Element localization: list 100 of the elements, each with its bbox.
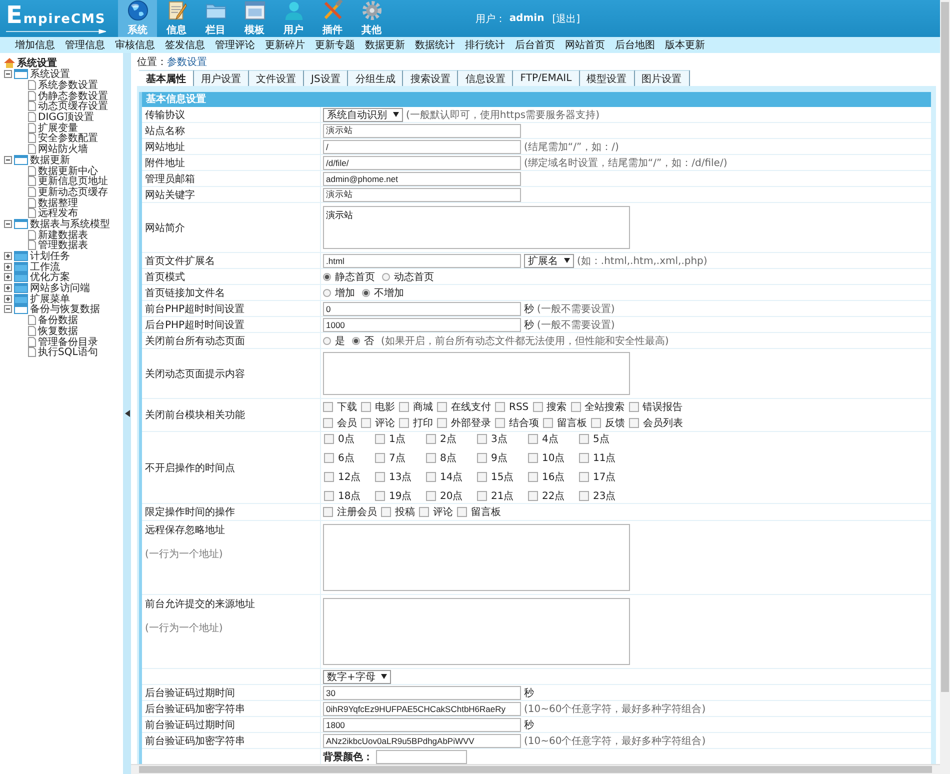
- scrollbar-thumb[interactable]: [139, 766, 932, 773]
- checkbox[interactable]: [426, 491, 436, 501]
- input-field[interactable]: admin@phome.net: [323, 172, 521, 186]
- checkbox[interactable]: [426, 472, 436, 482]
- checkbox[interactable]: [528, 434, 538, 444]
- scrollbar-thumb[interactable]: [941, 2, 949, 692]
- checkbox[interactable]: [495, 418, 505, 428]
- sidebar-item[interactable]: 备份与恢复数据: [30, 302, 100, 316]
- checkbox[interactable]: [361, 402, 371, 412]
- checkbox[interactable]: [477, 491, 487, 501]
- settings-tab[interactable]: 模型设置: [580, 70, 635, 86]
- checkbox[interactable]: [375, 453, 385, 463]
- settings-tab[interactable]: 图片设置: [634, 70, 690, 86]
- radio-button[interactable]: [362, 288, 370, 296]
- menu-link[interactable]: 增加信息: [10, 38, 60, 52]
- input-field[interactable]: 0ihR9YqfcEz9HUFPAE5CHCakSChtbH6RaeRy: [323, 702, 521, 716]
- checkbox[interactable]: [591, 418, 601, 428]
- input-field[interactable]: 1800: [323, 718, 521, 732]
- input-field[interactable]: [376, 750, 467, 764]
- checkbox[interactable]: [628, 402, 639, 412]
- checkbox[interactable]: [528, 491, 538, 501]
- checkbox[interactable]: [579, 472, 589, 482]
- menu-link[interactable]: 版本更新: [660, 38, 710, 52]
- menu-link[interactable]: 审核信息: [110, 38, 160, 52]
- toggle-icon[interactable]: [4, 305, 12, 314]
- toggle-icon[interactable]: [4, 262, 12, 271]
- input-field[interactable]: ANz2ikbcUov0aLR9u5BPdhgAbPiWVV: [323, 734, 521, 748]
- menu-link[interactable]: 后台地图: [610, 38, 660, 52]
- toggle-icon[interactable]: [4, 273, 12, 282]
- module-tab[interactable]: 插件: [313, 0, 352, 37]
- checkbox[interactable]: [375, 491, 385, 501]
- input-field[interactable]: 演示站: [323, 188, 521, 202]
- module-tab[interactable]: 栏目: [196, 0, 235, 37]
- settings-tab[interactable]: 信息设置: [458, 70, 514, 86]
- checkbox[interactable]: [579, 491, 589, 501]
- menu-link[interactable]: 管理信息: [60, 38, 110, 52]
- menu-link[interactable]: 后台首页: [510, 38, 560, 52]
- settings-tab[interactable]: 基本属性: [139, 70, 194, 86]
- radio-button[interactable]: [323, 288, 331, 296]
- checkbox[interactable]: [324, 472, 334, 482]
- toggle-icon[interactable]: [4, 294, 12, 303]
- radio-button[interactable]: [323, 272, 331, 280]
- settings-tab[interactable]: 分组生成: [348, 70, 404, 86]
- checkbox[interactable]: [361, 418, 371, 428]
- menu-link[interactable]: 签发信息: [160, 38, 210, 52]
- settings-tab[interactable]: JS设置: [304, 70, 348, 86]
- module-tab[interactable]: 其他: [352, 0, 391, 37]
- menu-link[interactable]: 数据统计: [410, 38, 460, 52]
- toggle-icon[interactable]: [4, 156, 12, 164]
- sidebar-root[interactable]: 系统设置: [17, 56, 57, 70]
- checkbox[interactable]: [495, 402, 505, 412]
- checkbox[interactable]: [375, 472, 385, 482]
- module-tab[interactable]: 模板: [235, 0, 274, 37]
- sidebar-item[interactable]: 执行SQL语句: [38, 345, 98, 360]
- menu-link[interactable]: 网站首页: [560, 38, 610, 52]
- menu-link[interactable]: 数据更新: [360, 38, 410, 52]
- checkbox[interactable]: [570, 402, 581, 412]
- checkbox[interactable]: [437, 402, 447, 412]
- checkbox[interactable]: [579, 453, 589, 463]
- input-field[interactable]: 30: [323, 686, 521, 700]
- input-field[interactable]: /: [323, 140, 521, 154]
- toggle-icon[interactable]: [4, 220, 12, 228]
- location-link[interactable]: 参数设置: [167, 55, 207, 69]
- dropdown[interactable]: 扩展名: [524, 254, 574, 268]
- settings-tab[interactable]: 搜索设置: [403, 70, 458, 86]
- module-tab[interactable]: 信息: [157, 0, 196, 37]
- menu-link[interactable]: 更新专题: [310, 38, 360, 52]
- scrollbar[interactable]: [940, 0, 950, 774]
- input-field[interactable]: /d/file/: [323, 156, 521, 170]
- checkbox[interactable]: [543, 418, 553, 428]
- checkbox[interactable]: [457, 507, 467, 517]
- checkbox[interactable]: [579, 434, 589, 444]
- checkbox[interactable]: [426, 434, 436, 444]
- checkbox[interactable]: [629, 418, 639, 428]
- checkbox[interactable]: [437, 418, 447, 428]
- checkbox[interactable]: [477, 453, 487, 463]
- checkbox[interactable]: [528, 472, 538, 482]
- checkbox[interactable]: [532, 402, 543, 412]
- text-area[interactable]: [323, 524, 630, 591]
- checkbox[interactable]: [324, 453, 334, 463]
- toggle-icon[interactable]: [4, 70, 12, 78]
- menu-link[interactable]: 管理评论: [210, 38, 260, 52]
- menu-link[interactable]: 排行统计: [460, 38, 510, 52]
- checkbox[interactable]: [528, 453, 538, 463]
- text-area[interactable]: [323, 598, 630, 665]
- sidebar-item[interactable]: 数据更新: [30, 152, 70, 167]
- checkbox[interactable]: [419, 507, 429, 517]
- input-field[interactable]: 1000: [323, 318, 521, 332]
- checkbox[interactable]: [399, 418, 409, 428]
- settings-tab[interactable]: 用户设置: [194, 70, 249, 86]
- module-tab[interactable]: 用户: [274, 0, 313, 37]
- scrollbar[interactable]: [131, 764, 940, 774]
- checkbox[interactable]: [324, 491, 334, 501]
- checkbox[interactable]: [399, 402, 409, 412]
- checkbox[interactable]: [324, 434, 334, 444]
- checkbox[interactable]: [477, 434, 487, 444]
- radio-button[interactable]: [382, 272, 390, 280]
- checkbox[interactable]: [375, 434, 385, 444]
- text-area[interactable]: [323, 352, 630, 395]
- checkbox[interactable]: [323, 507, 333, 517]
